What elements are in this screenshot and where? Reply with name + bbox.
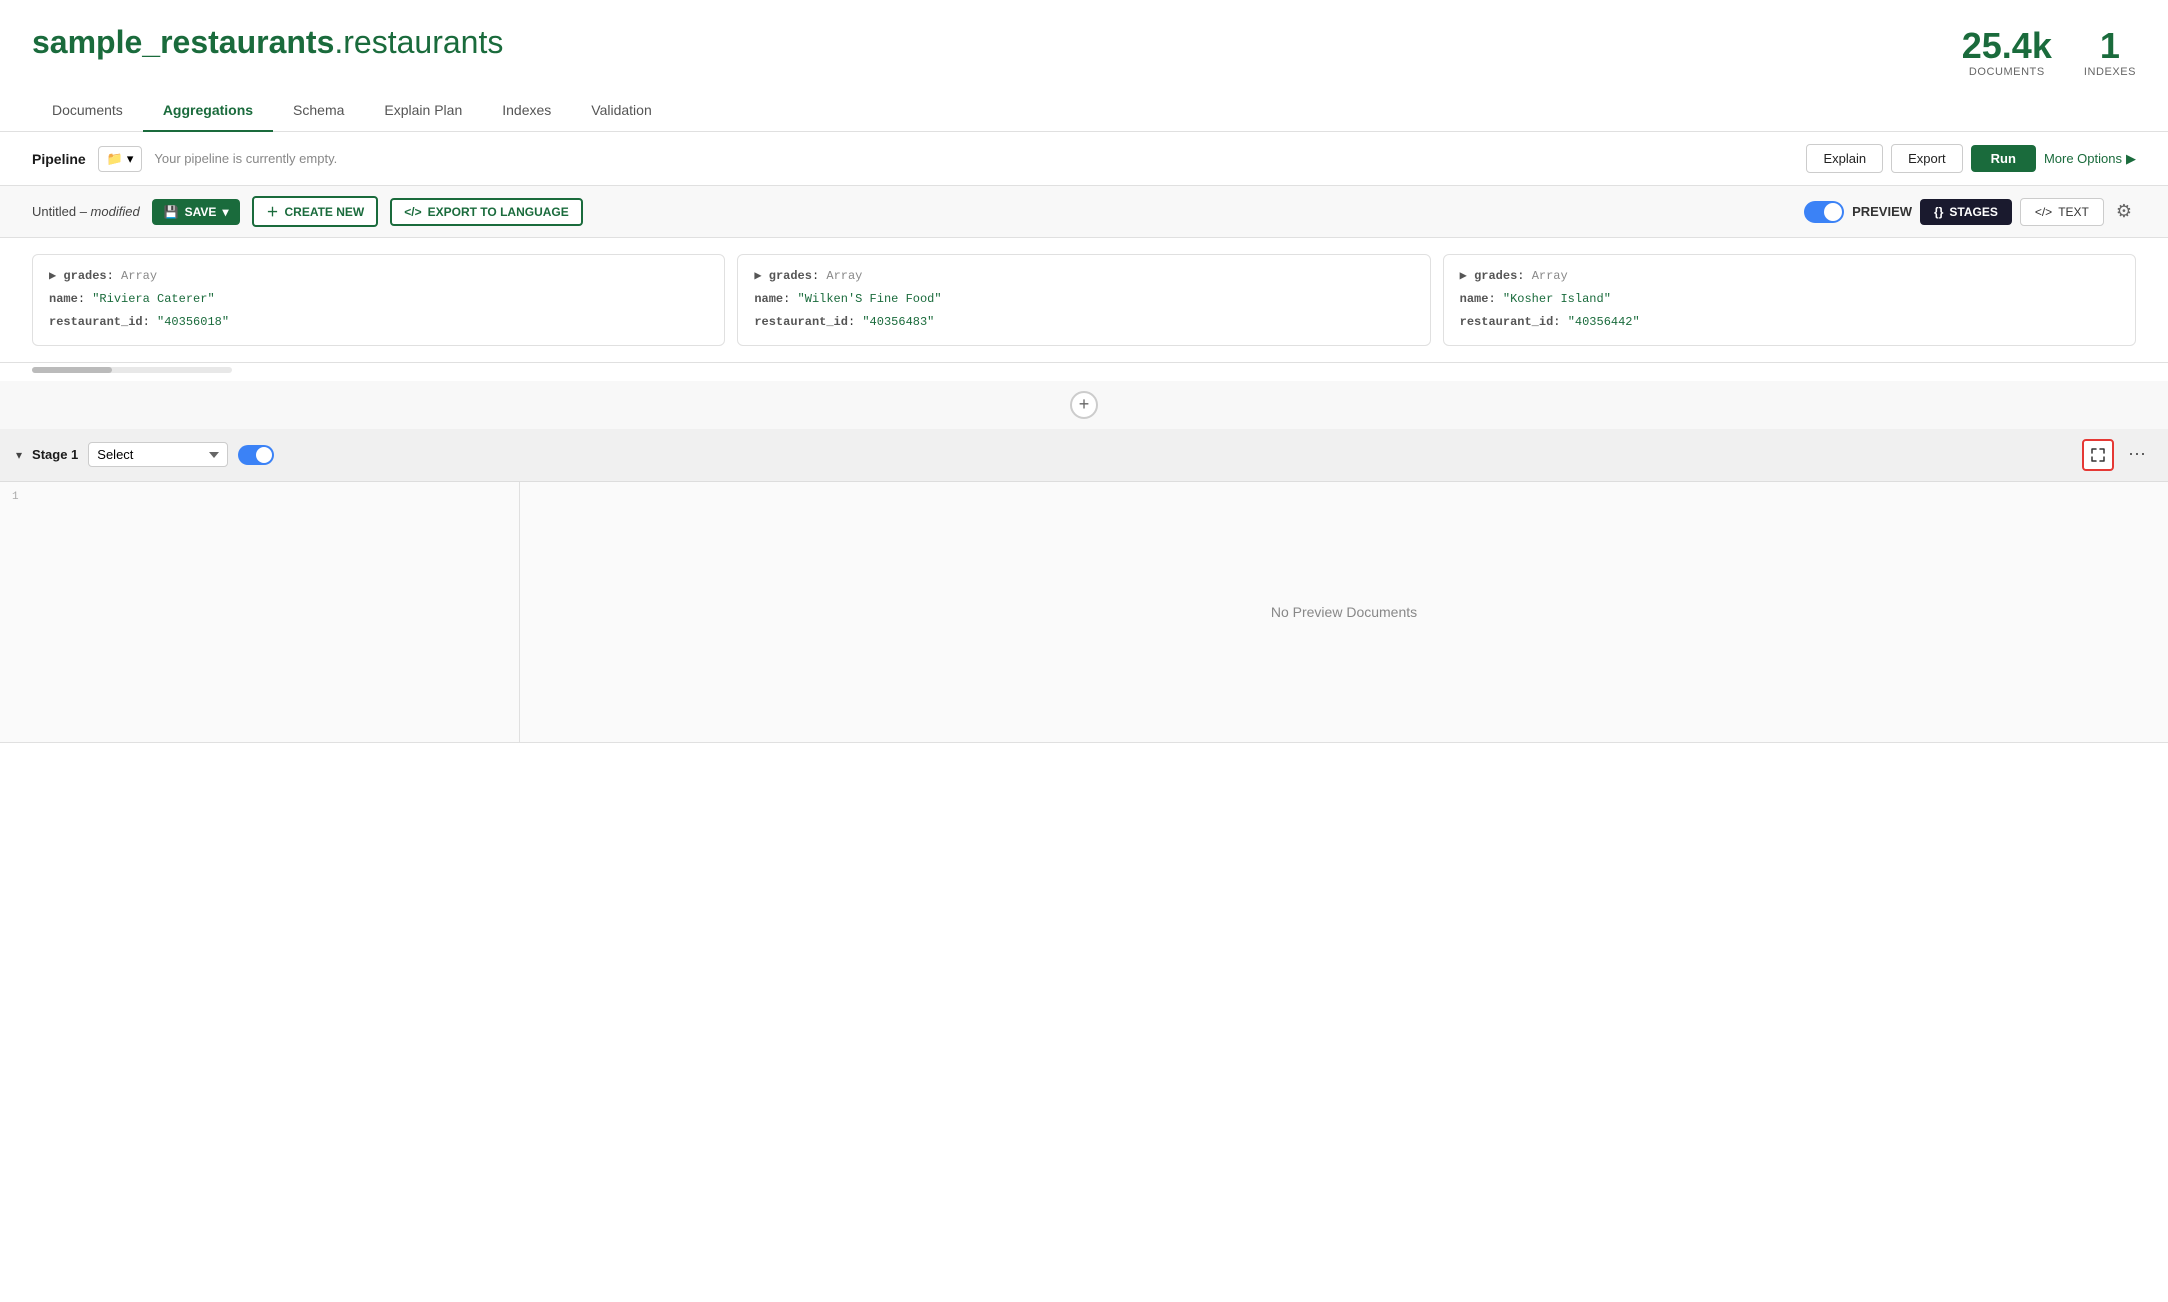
doc-field-grades-2: ▶ grades: Array xyxy=(754,267,1413,286)
preview-toggle-wrapper: PREVIEW xyxy=(1804,201,1912,223)
create-new-button[interactable]: ＋ CREATE NEW xyxy=(252,196,378,227)
stage-controls-right: PREVIEW {} STAGES </> TEXT ⚙ xyxy=(1804,197,2136,226)
settings-button[interactable]: ⚙ xyxy=(2112,197,2136,226)
run-button[interactable]: Run xyxy=(1971,145,2036,172)
pipeline-modified-label: – modified xyxy=(80,204,140,219)
horizontal-scrollbar[interactable] xyxy=(0,363,2168,381)
editor-line-1: 1 xyxy=(4,490,515,504)
stage-1: ▾ Stage 1 Select $match $group $project … xyxy=(0,429,2168,743)
stage-controls-left: Untitled – modified 💾 SAVE ▾ ＋ CREATE NE… xyxy=(32,196,583,227)
stage-1-header: ▾ Stage 1 Select $match $group $project … xyxy=(0,429,2168,482)
stage-editor[interactable]: 1 xyxy=(0,482,520,742)
code-icon: </> xyxy=(404,205,421,219)
text-code-icon: </> xyxy=(2035,205,2052,219)
text-label: TEXT xyxy=(2058,205,2089,219)
text-view-button[interactable]: </> TEXT xyxy=(2020,198,2104,226)
stages-button[interactable]: {} STAGES xyxy=(1920,199,2012,225)
stage-operator-select[interactable]: Select $match $group $project $sort $lim… xyxy=(88,442,228,467)
more-options-button[interactable]: More Options ▶ xyxy=(2044,151,2136,167)
save-chevron-icon: ▾ xyxy=(222,205,228,219)
pipeline-name: Untitled – modified xyxy=(32,204,140,219)
save-label: SAVE xyxy=(185,205,217,219)
collection-title: sample_restaurants.restaurants xyxy=(32,24,503,61)
doc-field-restid-3: restaurant_id: "40356442" xyxy=(1460,313,2119,332)
pipeline-toolbar: Pipeline 📁 ▾ Your pipeline is currently … xyxy=(0,132,2168,186)
export-button[interactable]: Export xyxy=(1891,144,1963,173)
no-preview-message: No Preview Documents xyxy=(1271,604,1417,620)
doc-field-name-3: name: "Kosher Island" xyxy=(1460,290,2119,309)
indexes-stat: 1 INDEXES xyxy=(2084,28,2136,78)
create-new-label: CREATE NEW xyxy=(284,205,364,219)
export-language-button[interactable]: </> EXPORT TO LANGUAGE xyxy=(390,198,582,226)
preview-label: PREVIEW xyxy=(1852,204,1912,219)
tab-validation[interactable]: Validation xyxy=(571,90,671,132)
stage-collapse-button[interactable]: ▾ xyxy=(16,448,22,462)
stage-toggle[interactable] xyxy=(238,445,274,465)
save-button[interactable]: 💾 SAVE ▾ xyxy=(152,199,241,225)
pipeline-label: Pipeline xyxy=(32,151,86,167)
expand-stage-button[interactable] xyxy=(2082,439,2114,471)
indexes-count: 1 xyxy=(2084,28,2136,64)
tab-indexes[interactable]: Indexes xyxy=(482,90,571,132)
doc-field-grades-1: ▶ grades: Array xyxy=(49,267,708,286)
stage-more-button[interactable]: ⋯ xyxy=(2122,440,2152,469)
doc-field-grades-3: ▶ grades: Array xyxy=(1460,267,2119,286)
document-card-3: ▶ grades: Array name: "Kosher Island" re… xyxy=(1443,254,2136,346)
stage-number-label: Stage 1 xyxy=(32,447,78,462)
doc-field-restid-2: restaurant_id: "40356483" xyxy=(754,313,1413,332)
pipeline-right: Explain Export Run More Options ▶ xyxy=(1806,144,2136,173)
stage-header-left: ▾ Stage 1 Select $match $group $project … xyxy=(16,442,274,467)
doc-field-name-2: name: "Wilken'S Fine Food" xyxy=(754,290,1413,309)
documents-preview-area: ▶ grades: Array name: "Riviera Caterer" … xyxy=(0,238,2168,363)
add-stage-button[interactable]: + xyxy=(1070,391,1098,419)
separator: . xyxy=(334,24,343,60)
export-lang-label: EXPORT TO LANGUAGE xyxy=(428,205,569,219)
documents-label: DOCUMENTS xyxy=(1962,66,2052,78)
expand-icon xyxy=(2091,448,2105,462)
collection-name: restaurants xyxy=(343,24,503,60)
page-header: sample_restaurants.restaurants 25.4k DOC… xyxy=(0,0,2168,78)
pipeline-title: Untitled xyxy=(32,204,76,219)
collection-tabs: Documents Aggregations Schema Explain Pl… xyxy=(0,90,2168,132)
chevron-right-icon: ▶ xyxy=(2126,151,2136,167)
documents-stat: 25.4k DOCUMENTS xyxy=(1962,28,2052,78)
stage-preview: No Preview Documents xyxy=(520,482,2168,742)
folder-icon: 📁 xyxy=(107,151,123,167)
tab-schema[interactable]: Schema xyxy=(273,90,364,132)
doc-field-restid-1: restaurant_id: "40356018" xyxy=(49,313,708,332)
chevron-down-icon: ▾ xyxy=(127,151,134,167)
scrollbar-track xyxy=(32,367,232,373)
stage-controls-bar: Untitled – modified 💾 SAVE ▾ ＋ CREATE NE… xyxy=(0,186,2168,238)
stage-content: 1 No Preview Documents xyxy=(0,482,2168,742)
collection-stats: 25.4k DOCUMENTS 1 INDEXES xyxy=(1962,24,2136,78)
add-stage-row: + xyxy=(0,381,2168,429)
tab-documents[interactable]: Documents xyxy=(32,90,143,132)
document-card-1: ▶ grades: Array name: "Riviera Caterer" … xyxy=(32,254,725,346)
pipeline-left: Pipeline 📁 ▾ Your pipeline is currently … xyxy=(32,146,337,172)
scrollbar-thumb xyxy=(32,367,112,373)
explain-button[interactable]: Explain xyxy=(1806,144,1883,173)
plus-icon: ＋ xyxy=(266,203,278,220)
document-card-2: ▶ grades: Array name: "Wilken'S Fine Foo… xyxy=(737,254,1430,346)
tab-explain[interactable]: Explain Plan xyxy=(364,90,482,132)
doc-field-name-1: name: "Riviera Caterer" xyxy=(49,290,708,309)
preview-toggle[interactable] xyxy=(1804,201,1844,223)
more-options-label: More Options xyxy=(2044,151,2122,166)
line-number: 1 xyxy=(12,491,36,503)
indexes-label: INDEXES xyxy=(2084,66,2136,78)
stages-label: STAGES xyxy=(1949,205,1997,219)
pipeline-folder-button[interactable]: 📁 ▾ xyxy=(98,146,143,172)
save-icon: 💾 xyxy=(164,205,179,219)
stage-header-right: ⋯ xyxy=(2082,439,2152,471)
tab-aggregations[interactable]: Aggregations xyxy=(143,90,273,132)
braces-icon: {} xyxy=(1934,205,1943,219)
documents-count: 25.4k xyxy=(1962,28,2052,64)
database-name: sample_restaurants xyxy=(32,24,334,60)
pipeline-empty-message: Your pipeline is currently empty. xyxy=(154,151,337,166)
